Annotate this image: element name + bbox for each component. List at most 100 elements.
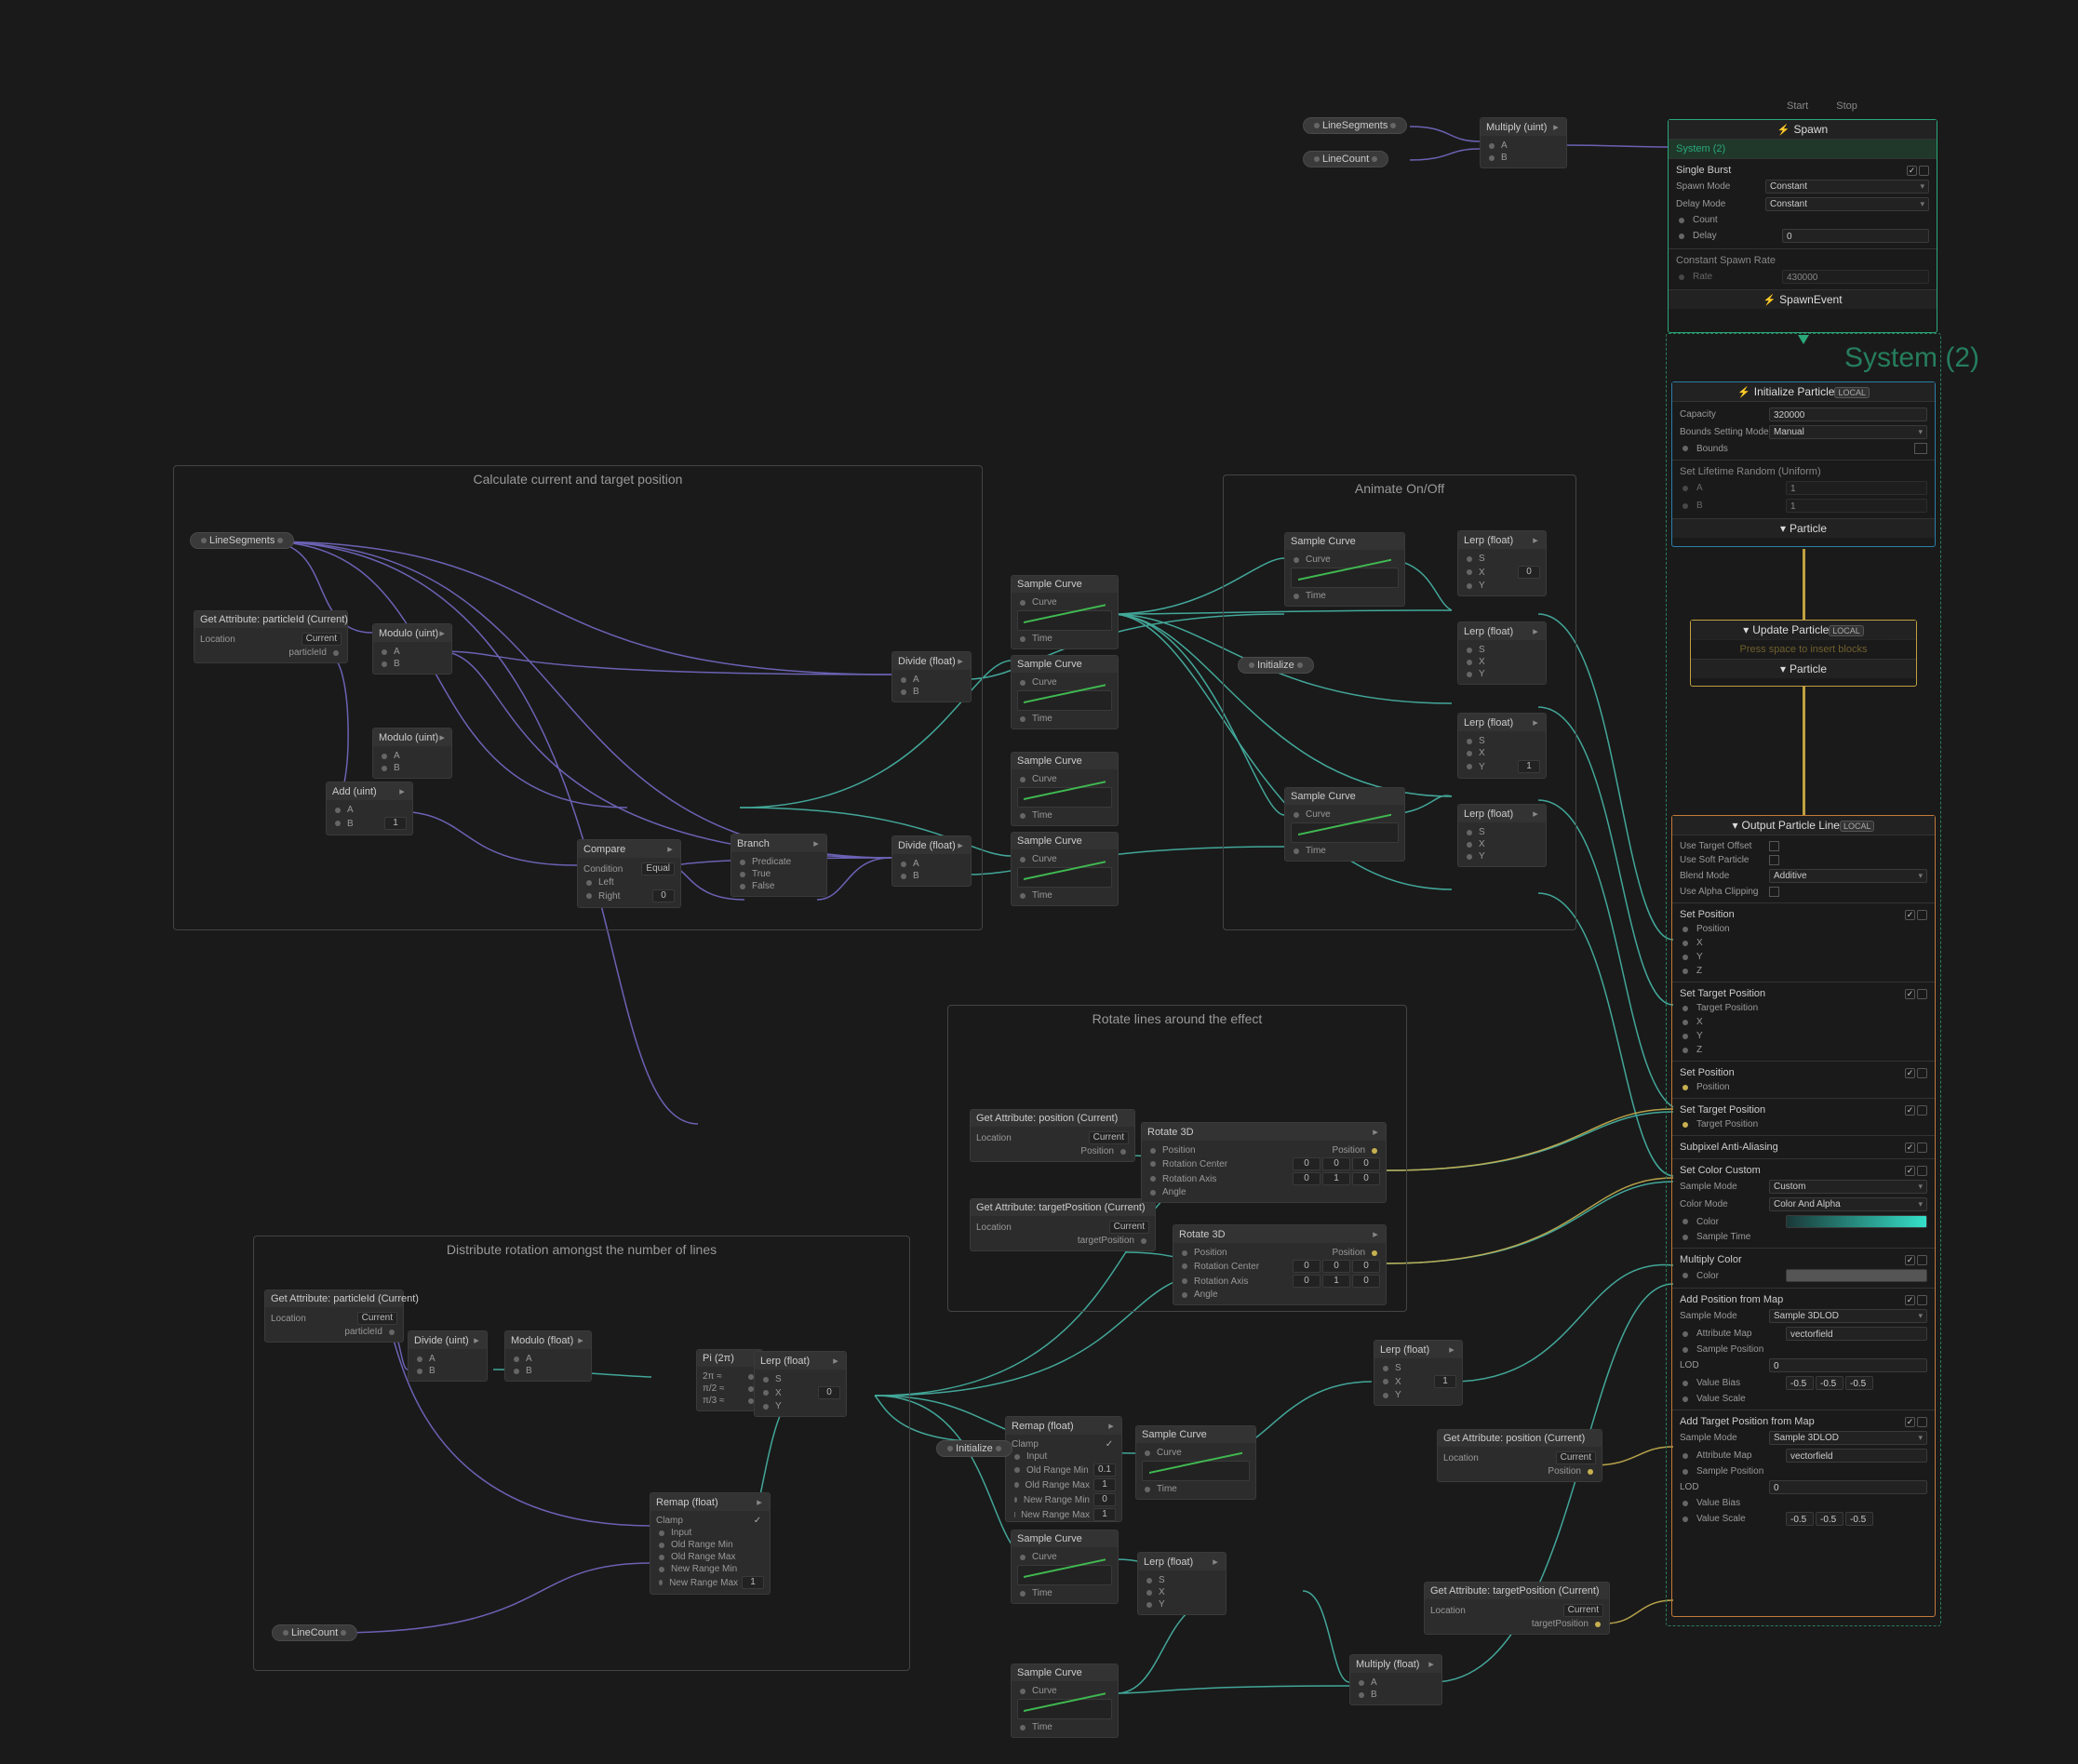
get-attr-pid-2[interactable]: Get Attribute: particleId (Current) Loca… <box>264 1290 404 1343</box>
output-context[interactable]: Output Particle LineLOCAL Use Target Off… <box>1671 815 1936 1617</box>
update-context[interactable]: Update ParticleLOCAL Press space to inse… <box>1690 620 1917 687</box>
rate-label: Rate <box>1693 272 1776 282</box>
linecount-pill-top[interactable]: LineCount <box>1303 151 1388 167</box>
sample-curve-7[interactable]: Sample CurveCurveTime <box>1011 1664 1119 1738</box>
modulo-float-node[interactable]: Modulo (float)▸ AB <box>504 1330 592 1382</box>
linesegments-pill-top[interactable]: LineSegments <box>1303 117 1407 134</box>
count-label: Count <box>1693 215 1776 225</box>
lerp-float-4[interactable]: Lerp (float)▸SXY <box>1457 804 1547 867</box>
init-footer: Particle <box>1790 522 1827 535</box>
get-attr-position-2[interactable]: Get Attribute: position (Current) Locati… <box>1437 1429 1602 1482</box>
bounds-mode-select[interactable]: Manual <box>1769 425 1927 439</box>
flow-link <box>1803 549 1805 621</box>
sample-mode2[interactable]: Sample 3DLOD <box>1769 1309 1927 1323</box>
spawn-mode-label: Spawn Mode <box>1676 181 1760 192</box>
divide-float-1[interactable]: Divide (float)▸ AB <box>892 651 972 702</box>
clamp-check[interactable] <box>751 1516 764 1526</box>
linecount-pill[interactable]: LineCount <box>272 1624 357 1641</box>
bounds-mode-label: Bounds Setting Mode <box>1680 427 1763 437</box>
divide-float-2[interactable]: Divide (float)▸ AB <box>892 835 972 887</box>
addtposmap-title: Add Target Position from Map <box>1680 1416 1815 1427</box>
mult-color-title: Multiply Color <box>1680 1254 1742 1265</box>
remap-float-1[interactable]: Remap (float)▸ Clamp Input Old Range Min… <box>650 1492 771 1595</box>
usp-label: Use Soft Particle <box>1680 855 1763 865</box>
sample-curve-1[interactable]: Sample CurveCurveTime <box>1011 575 1119 649</box>
alpha-label: Use Alpha Clipping <box>1680 887 1763 897</box>
linesegments-pill[interactable]: LineSegments <box>190 532 294 549</box>
capacity-label: Capacity <box>1680 409 1763 420</box>
lifetime-a-value[interactable]: 1 <box>1786 481 1927 495</box>
rotate3d-node-1[interactable]: Rotate 3D▸ PositionPosition Rotation Cen… <box>1141 1122 1387 1203</box>
setpos2-title: Set Position <box>1680 1067 1735 1078</box>
multiply-uint-node[interactable]: Multiply (uint)▸ AB <box>1480 117 1567 168</box>
color-mode-select[interactable]: Color And Alpha <box>1769 1197 1927 1211</box>
spawn-footer: SpawnEvent <box>1779 293 1842 306</box>
get-attr-particleid-node[interactable]: Get Attribute: particleId (Current) Loca… <box>194 610 348 663</box>
sample-curve-anim-1[interactable]: Sample CurveCurveTime <box>1284 532 1405 607</box>
lerp-float-5[interactable]: Lerp (float)▸SX1Y <box>1374 1340 1463 1406</box>
single-burst-title: Single Burst <box>1676 165 1731 176</box>
update-hint: Press space to insert blocks <box>1740 644 1868 655</box>
add-uint-node[interactable]: Add (uint)▸ A B1 <box>326 782 413 835</box>
sample-mode-select[interactable]: Custom <box>1769 1180 1927 1194</box>
system-title-watermark: System (2) <box>1844 342 1979 374</box>
blend-select[interactable]: Additive <box>1769 869 1927 883</box>
lod-value[interactable]: 0 <box>1769 1358 1927 1372</box>
output-badge: LOCAL <box>1840 821 1875 832</box>
pos-z: Z <box>1696 966 1780 976</box>
subpixel-title: Subpixel Anti-Aliasing <box>1680 1142 1778 1153</box>
attr-map-2[interactable]: vectorfield <box>1786 1449 1927 1463</box>
sample-curve-6[interactable]: Sample CurveCurveTime <box>1011 1530 1119 1604</box>
sample-curve-5[interactable]: Sample CurveCurveTime <box>1135 1425 1256 1500</box>
lifetime-a-label: A <box>1696 483 1780 493</box>
lerp-float-6[interactable]: Lerp (float)▸SXY <box>1137 1552 1227 1615</box>
start-button[interactable]: Start <box>1787 100 1808 112</box>
spawn-mode-select[interactable]: Constant <box>1765 180 1929 194</box>
update-badge: LOCAL <box>1829 625 1864 636</box>
clamp-check-2[interactable] <box>1103 1439 1116 1450</box>
remap-float-2[interactable]: Remap (float)▸ Clamp Input Old Range Min… <box>1005 1416 1122 1522</box>
lerp-float-dist[interactable]: Lerp (float)▸ S X0 Y <box>754 1351 847 1417</box>
modulo-uint-node[interactable]: Modulo (uint)▸ AB <box>372 623 452 675</box>
get-attr-tpos-node[interactable]: Get Attribute: targetPosition (Current) … <box>970 1198 1156 1251</box>
delay-value[interactable]: 0 <box>1782 229 1929 243</box>
color-gradient[interactable] <box>1786 1215 1927 1228</box>
rotate3d-node-2[interactable]: Rotate 3D▸ PositionPosition Rotation Cen… <box>1173 1224 1387 1305</box>
mult-color-gradient[interactable] <box>1786 1269 1927 1282</box>
update-title: Update Particle <box>1752 623 1829 636</box>
constant-rate-title: Constant Spawn Rate <box>1676 255 1776 266</box>
multiply-float-node[interactable]: Multiply (float)▸AB <box>1349 1654 1442 1705</box>
attr-map-1[interactable]: vectorfield <box>1786 1327 1927 1341</box>
divide-uint-node[interactable]: Divide (uint)▸ AB <box>408 1330 488 1382</box>
sample-curve-3[interactable]: Sample CurveCurveTime <box>1011 752 1119 826</box>
modulo-uint-node-2[interactable]: Modulo (uint)▸ AB <box>372 728 452 779</box>
sample-mode3[interactable]: Sample 3DLOD <box>1769 1431 1927 1445</box>
pos-x: X <box>1696 938 1780 948</box>
sample-curve-4[interactable]: Sample CurveCurveTime <box>1011 832 1119 906</box>
lerp-float-2[interactable]: Lerp (float)▸SXY <box>1457 621 1547 685</box>
rate-value[interactable]: 430000 <box>1782 270 1929 284</box>
branch-node[interactable]: Branch▸ Predicate True False <box>731 834 827 897</box>
get-attr-tpos-2[interactable]: Get Attribute: targetPosition (Current) … <box>1424 1582 1610 1635</box>
delay-mode-label: Delay Mode <box>1676 199 1760 209</box>
lifetime-b-value[interactable]: 1 <box>1786 499 1927 513</box>
output-title: Output Particle Line <box>1742 819 1840 832</box>
sample-curve-anim-2[interactable]: Sample CurveCurveTime <box>1284 787 1405 862</box>
initialize-context[interactable]: Initialize ParticleLOCAL Capacity320000 … <box>1671 381 1936 547</box>
initialize-pill[interactable]: Initialize <box>1238 657 1314 674</box>
lifetime-b-label: B <box>1696 501 1780 511</box>
delay-mode-select[interactable]: Constant <box>1765 197 1929 211</box>
flow-link-2 <box>1803 687 1805 815</box>
setcolor-title: Set Color Custom <box>1680 1165 1761 1176</box>
capacity-value[interactable]: 320000 <box>1769 408 1927 421</box>
compare-node[interactable]: Compare▸ ConditionEqual Left Right0 <box>577 839 681 908</box>
sample-curve-2[interactable]: Sample CurveCurveTime <box>1011 655 1119 729</box>
spawn-context[interactable]: Spawn System (2) Single Burst Spawn Mode… <box>1668 119 1937 333</box>
settpos2-title: Set Target Position <box>1680 1104 1765 1116</box>
stop-button[interactable]: Stop <box>1836 100 1857 112</box>
lerp-float-1[interactable]: Lerp (float)▸SX0Y <box>1457 530 1547 596</box>
update-footer: Particle <box>1790 662 1827 675</box>
lerp-float-3[interactable]: Lerp (float)▸SXY1 <box>1457 713 1547 779</box>
initialize-pill-2[interactable]: Initialize <box>936 1440 1012 1457</box>
get-attr-position-node[interactable]: Get Attribute: position (Current) Locati… <box>970 1109 1135 1162</box>
